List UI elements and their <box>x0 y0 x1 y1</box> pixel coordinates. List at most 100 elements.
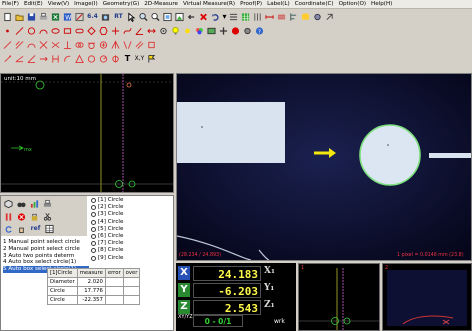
new-file-icon[interactable] <box>2 11 13 22</box>
list-item[interactable]: [4] Circle <box>89 219 175 226</box>
color-icon[interactable] <box>194 25 205 36</box>
cad-icon[interactable] <box>74 11 85 22</box>
lock-icon[interactable] <box>29 211 40 222</box>
printer-icon[interactable] <box>42 198 53 209</box>
rt-button[interactable]: RT <box>112 11 125 22</box>
motor-icon[interactable] <box>206 25 217 36</box>
help-icon[interactable]: ? <box>254 25 265 36</box>
slot-icon[interactable] <box>74 25 85 36</box>
point-icon[interactable] <box>2 25 13 36</box>
mark-triangle-icon[interactable] <box>74 53 85 64</box>
menu-option[interactable]: Option(O) <box>337 0 369 9</box>
back-arrow-icon[interactable] <box>186 11 197 22</box>
x-zero-button[interactable]: X₁ <box>264 266 275 276</box>
fit-view-icon[interactable] <box>162 11 173 22</box>
diamond-icon[interactable] <box>86 25 97 36</box>
x-axis-button[interactable]: X <box>178 266 190 280</box>
construct-arc-icon[interactable] <box>26 39 37 50</box>
mark-extend-icon[interactable] <box>38 53 49 64</box>
list-item[interactable]: [2] Circle <box>89 204 175 211</box>
chart-icon[interactable] <box>29 198 40 209</box>
history-item[interactable]: 4 Auto box select circle(1) <box>3 259 89 266</box>
mark-phi-icon[interactable] <box>110 53 121 64</box>
focus-icon[interactable] <box>158 25 169 36</box>
menu-image[interactable]: Image(I) <box>72 0 101 9</box>
delete-icon[interactable] <box>198 11 209 22</box>
word-icon[interactable]: W <box>62 11 73 22</box>
mark-radius-icon[interactable] <box>98 53 109 64</box>
measured-circle[interactable] <box>359 124 421 186</box>
mini-view-1[interactable]: 1 <box>298 263 380 331</box>
list-item[interactable]: [9] Circle <box>89 255 175 262</box>
z-axis-button[interactable]: Z <box>178 300 190 314</box>
menu-2d-measure[interactable]: 2D-Measure <box>142 0 181 9</box>
construct-bisect-icon[interactable] <box>110 39 121 50</box>
plane-label[interactable]: XY/YZ <box>178 314 193 320</box>
angle-icon[interactable] <box>134 25 145 36</box>
binoculars-icon[interactable] <box>16 198 27 209</box>
zoom-in-icon[interactable] <box>138 11 149 22</box>
construct-tangent-icon[interactable] <box>86 39 97 50</box>
zoom-out-icon[interactable] <box>150 11 161 22</box>
list-item[interactable]: [8] Circle <box>89 247 175 254</box>
list-icon[interactable] <box>228 11 239 22</box>
flag-icon[interactable] <box>146 53 157 64</box>
dropdown-arrow-icon[interactable]: ▾ <box>222 11 227 22</box>
remove-icon[interactable] <box>16 211 27 222</box>
grid-icon[interactable] <box>240 11 251 22</box>
history-item[interactable]: 2 Manual point select circle <box>3 246 89 253</box>
picture-icon[interactable] <box>174 11 185 22</box>
undo-icon[interactable] <box>210 11 221 22</box>
excel-icon[interactable] <box>50 11 61 22</box>
cross-icon[interactable] <box>110 25 121 36</box>
distance-icon[interactable] <box>146 25 157 36</box>
mark-angle-icon[interactable] <box>26 53 37 64</box>
menu-virtual-measure[interactable]: Virtual Measure(R) <box>181 0 238 9</box>
zoom-level-button[interactable]: 6.4 <box>86 11 99 22</box>
line-icon[interactable] <box>14 25 25 36</box>
refresh-icon[interactable] <box>3 223 14 234</box>
list-item[interactable]: [3] Circle <box>89 211 175 218</box>
measure-tool-icon[interactable] <box>264 11 275 22</box>
mark-point-icon[interactable] <box>2 53 13 64</box>
print-icon[interactable] <box>38 11 49 22</box>
tools-icon[interactable] <box>312 11 323 22</box>
construct-cross-icon[interactable] <box>50 39 61 50</box>
scissors-icon[interactable] <box>42 211 53 222</box>
save-icon[interactable] <box>26 11 37 22</box>
curve-icon[interactable] <box>122 25 133 36</box>
mark-circle-icon[interactable] <box>86 53 97 64</box>
construct-center-icon[interactable] <box>98 39 109 50</box>
construct-line-icon[interactable] <box>2 39 13 50</box>
pointer-icon[interactable] <box>126 11 137 22</box>
table-row[interactable]: Circle -22.357 <box>47 295 141 305</box>
construct-intersect-icon[interactable] <box>38 39 49 50</box>
list-item[interactable]: [5] Circle <box>89 226 175 233</box>
table-icon[interactable] <box>44 223 55 234</box>
menu-geometry[interactable]: Geometry(G) <box>101 0 143 9</box>
overview-viewport[interactable]: unit:10 mm mx <box>0 73 174 193</box>
history-item[interactable]: 3 Auto two points determ <box>3 253 89 260</box>
polygon-icon[interactable] <box>98 25 109 36</box>
menu-file[interactable]: File(F) <box>0 0 22 9</box>
arc-icon[interactable] <box>38 25 49 36</box>
brightness-icon[interactable] <box>182 25 193 36</box>
menu-view[interactable]: View(V) <box>46 0 72 9</box>
database-icon[interactable] <box>300 11 311 22</box>
z-zero-button[interactable]: Z₁ <box>264 300 275 310</box>
settings-icon[interactable] <box>242 25 253 36</box>
mark-line-icon[interactable] <box>14 53 25 64</box>
mark-width-icon[interactable] <box>50 53 61 64</box>
table-row[interactable]: Circle 17.776 <box>47 286 141 296</box>
camera-settings-icon[interactable] <box>100 11 111 22</box>
rectangle-icon[interactable] <box>62 25 73 36</box>
open-folder-icon[interactable] <box>14 11 25 22</box>
construct-rect-icon[interactable] <box>146 39 157 50</box>
hand-icon[interactable] <box>16 223 27 234</box>
construct-mirror-icon[interactable] <box>122 39 133 50</box>
construct-circles-icon[interactable] <box>74 39 85 50</box>
xy-tool-icon[interactable]: X,Y <box>134 53 145 64</box>
circle-icon[interactable] <box>26 25 37 36</box>
table-row[interactable]: Diameter 2.020 <box>47 277 141 287</box>
text-tool-icon[interactable]: T <box>122 53 133 64</box>
